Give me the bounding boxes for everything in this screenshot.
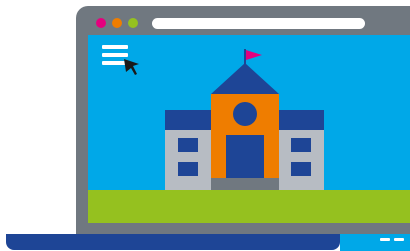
close-window-dot[interactable] xyxy=(96,18,106,28)
right-wing-roof xyxy=(276,110,324,130)
laptop-base xyxy=(6,234,340,250)
laptop-illustration xyxy=(0,0,410,251)
browser-viewport xyxy=(88,35,410,223)
address-bar[interactable] xyxy=(152,18,365,29)
grass-ground xyxy=(88,190,410,223)
round-window xyxy=(233,102,257,126)
school-building-icon xyxy=(165,49,324,190)
minimize-window-dot[interactable] xyxy=(112,18,122,28)
left-wing-roof xyxy=(165,110,213,130)
window xyxy=(291,162,311,176)
main-door xyxy=(226,135,264,178)
flag-icon xyxy=(246,50,262,60)
base-port-indicator xyxy=(380,238,390,241)
window xyxy=(178,162,198,176)
maximize-window-dot[interactable] xyxy=(128,18,138,28)
tower-roof xyxy=(211,63,279,94)
mouse-pointer-icon xyxy=(124,59,139,75)
menu-bar-line xyxy=(102,45,128,49)
base-port-indicator xyxy=(394,238,404,241)
window xyxy=(291,138,311,152)
window xyxy=(178,138,198,152)
entrance-steps xyxy=(211,178,279,190)
laptop-base-side xyxy=(340,234,410,251)
menu-bar-line xyxy=(102,53,128,57)
